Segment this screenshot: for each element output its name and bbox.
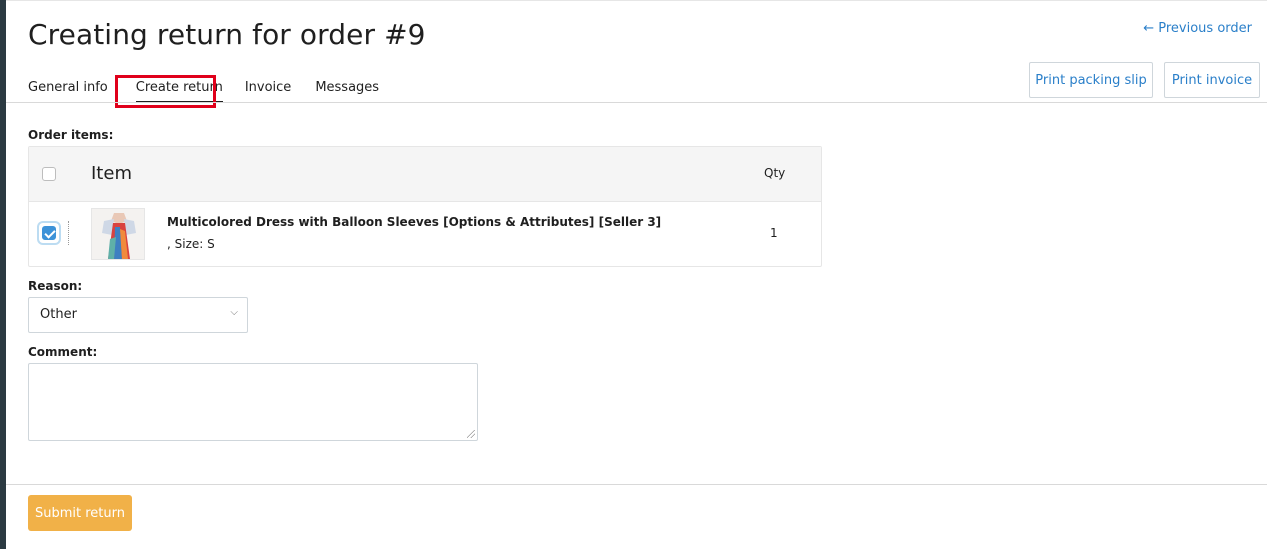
column-item: Item: [91, 163, 132, 184]
tabs-divider: [6, 102, 1267, 103]
footer-divider: [6, 484, 1267, 485]
order-items-label: Order items:: [28, 128, 114, 142]
tab-general-info[interactable]: General info: [28, 80, 108, 103]
page-title: Creating return for order #9: [28, 18, 426, 51]
table-header: Item Qty: [29, 147, 821, 202]
select-all-checkbox[interactable]: [42, 167, 56, 181]
top-border: [6, 0, 1267, 1]
product-thumbnail: [91, 208, 145, 260]
resize-grip-icon[interactable]: [467, 430, 475, 438]
previous-order-link[interactable]: ← Previous order: [1143, 21, 1252, 36]
left-edge-bar: [0, 0, 6, 549]
product-options: , Size: S: [167, 237, 215, 251]
order-items-table: Item Qty Multicolored Dress with Balloon…: [28, 146, 822, 267]
table-row: Multicolored Dress with Balloon Sleeves …: [29, 202, 821, 266]
drag-handle-icon[interactable]: [68, 221, 69, 245]
print-invoice-button[interactable]: Print invoice: [1164, 62, 1260, 98]
comment-label: Comment:: [28, 345, 98, 359]
reason-selected-value: Other: [40, 307, 77, 322]
reason-label: Reason:: [28, 279, 83, 293]
active-tab-highlight: [115, 75, 216, 108]
product-name: Multicolored Dress with Balloon Sleeves …: [167, 215, 662, 229]
submit-return-button[interactable]: Submit return: [28, 495, 132, 531]
tab-invoice[interactable]: Invoice: [245, 80, 291, 103]
print-packing-slip-button[interactable]: Print packing slip: [1029, 62, 1153, 98]
comment-textarea[interactable]: [28, 363, 478, 441]
previous-order-label: ← Previous order: [1143, 21, 1252, 36]
reason-select[interactable]: Other ⌵: [28, 297, 248, 333]
dress-image-icon: [92, 209, 144, 259]
row-checkbox[interactable]: [42, 226, 56, 240]
chevron-down-icon: ⌵: [230, 307, 238, 318]
column-qty: Qty: [764, 166, 786, 180]
row-qty: 1: [770, 226, 778, 240]
tab-messages[interactable]: Messages: [315, 80, 379, 103]
